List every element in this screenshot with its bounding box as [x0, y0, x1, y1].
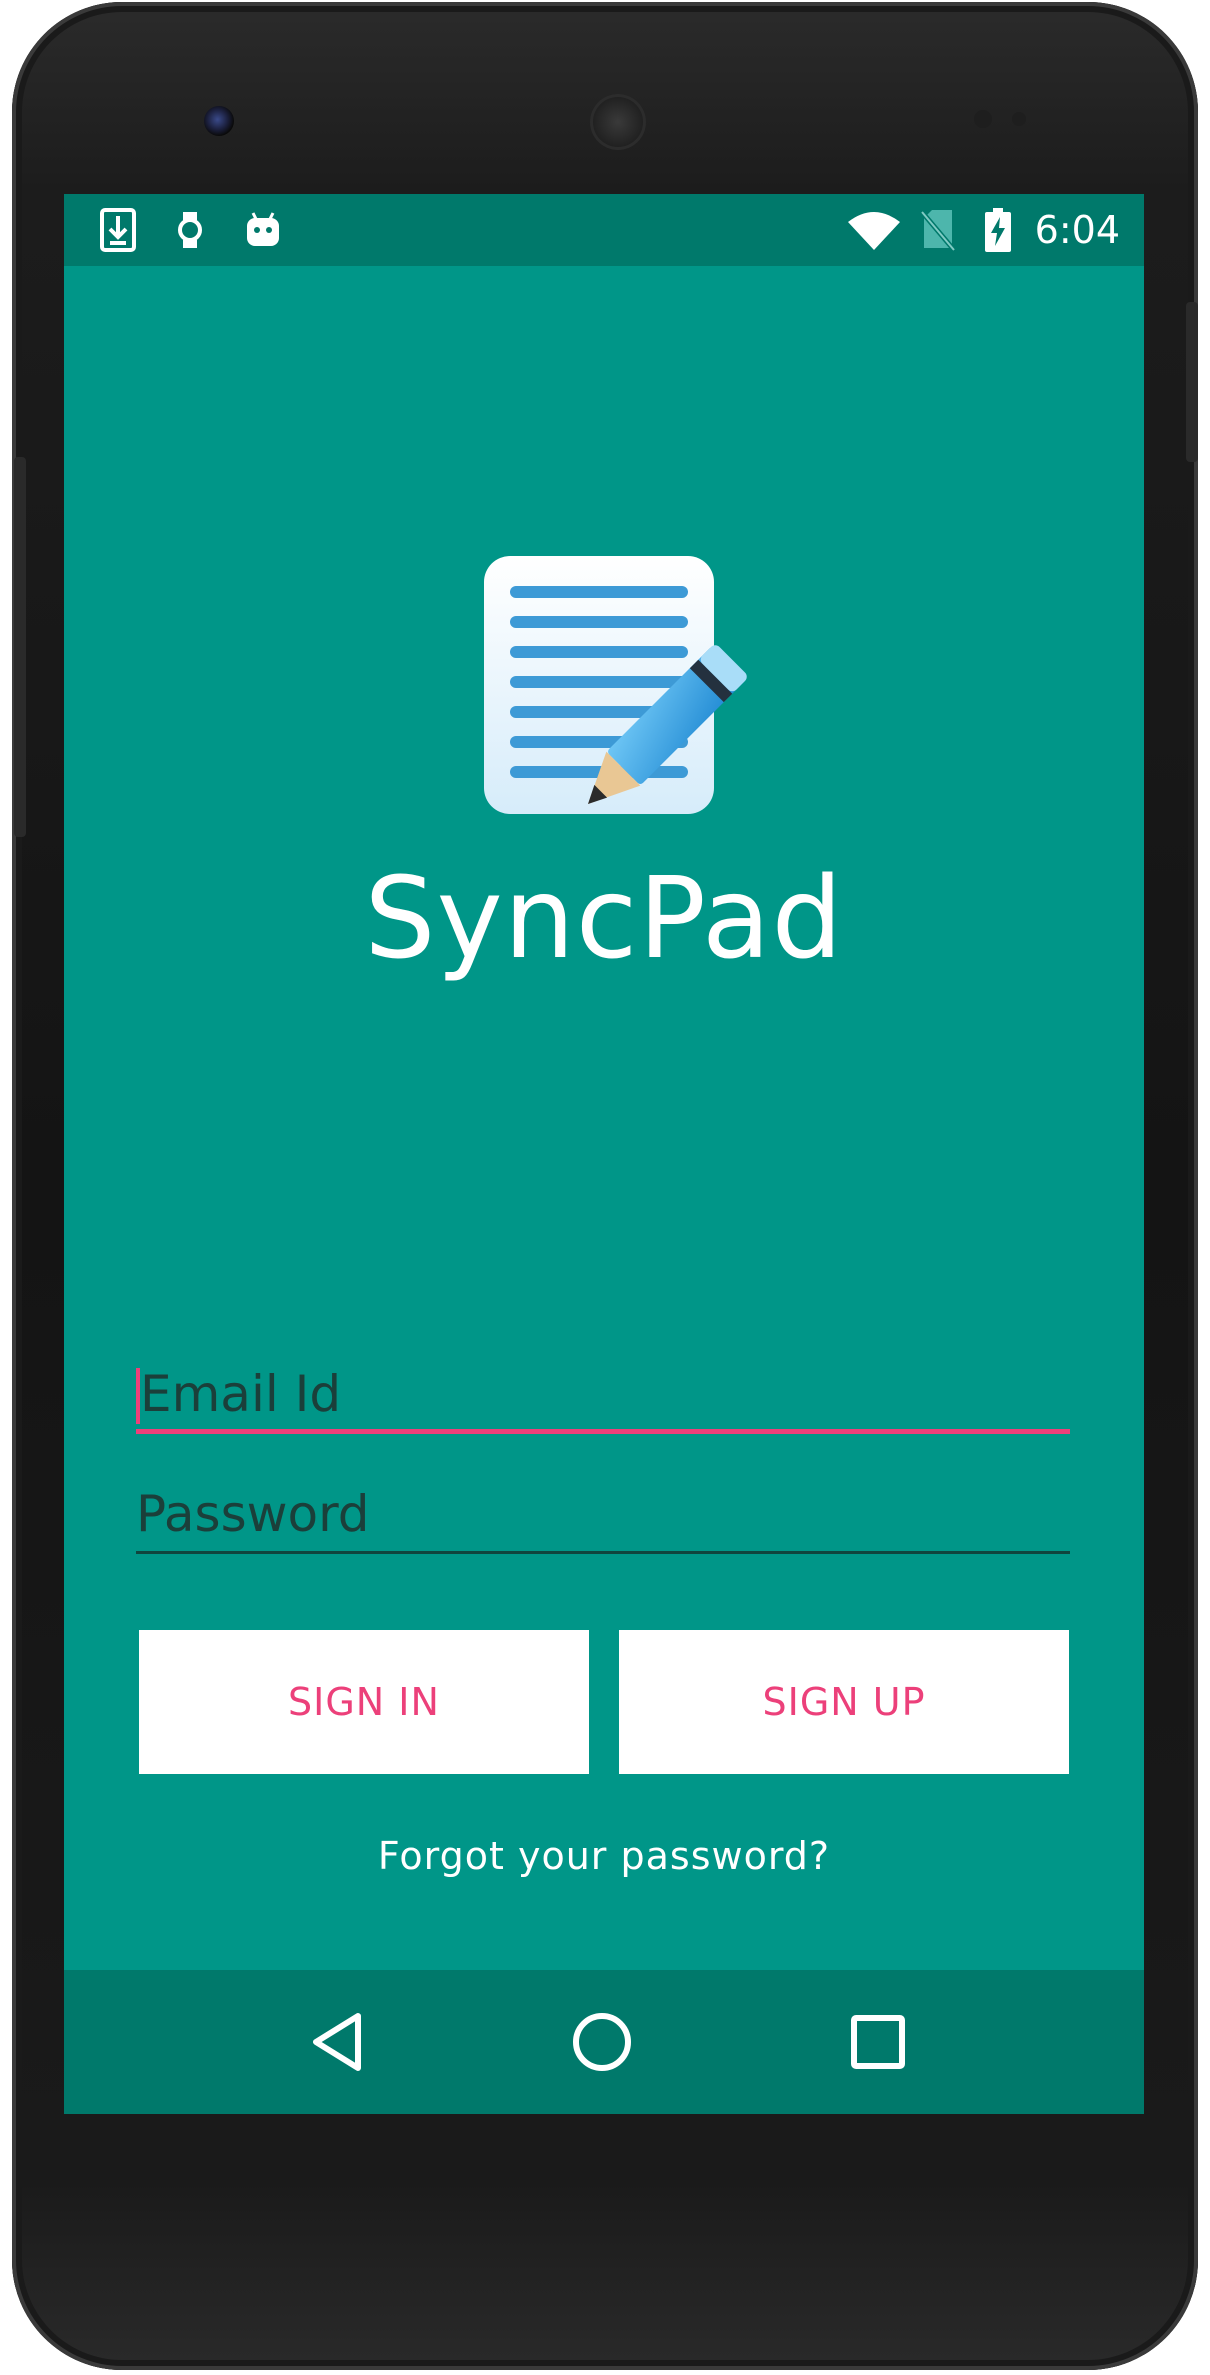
- email-field-container: [136, 1364, 1074, 1434]
- recents-icon[interactable]: [842, 2006, 914, 2078]
- screen: 6:04 SyncPad Email Id SIGN IN SIGN UP Fo…: [64, 194, 1144, 2114]
- text-cursor: [136, 1368, 140, 1424]
- download-icon: [100, 208, 136, 252]
- email-field-underline: [136, 1429, 1070, 1434]
- status-time: 6:04: [1034, 208, 1120, 252]
- password-field-underline: [136, 1551, 1070, 1554]
- volume-button: [14, 457, 26, 837]
- android-icon: [247, 212, 279, 246]
- notepad-pencil-icon: [484, 556, 747, 814]
- front-camera: [204, 106, 234, 136]
- earpiece-speaker: [590, 94, 646, 150]
- power-button: [1186, 302, 1198, 462]
- battery-charging-icon: [985, 208, 1011, 252]
- no-sim-icon: [920, 210, 956, 252]
- email-field[interactable]: [136, 1364, 1074, 1424]
- password-field-container: [136, 1484, 1070, 1554]
- back-icon[interactable]: [302, 2006, 374, 2078]
- sign-in-button[interactable]: SIGN IN: [139, 1630, 589, 1774]
- watch-icon: [178, 212, 202, 248]
- app-title: SyncPad: [364, 854, 844, 984]
- wifi-icon: [848, 212, 900, 250]
- sign-up-button[interactable]: SIGN UP: [619, 1630, 1069, 1774]
- forgot-password-link[interactable]: Forgot your password?: [64, 1834, 1144, 1878]
- proximity-sensor: [974, 110, 992, 128]
- status-bar: 6:04: [64, 194, 1144, 266]
- password-field[interactable]: [136, 1484, 1070, 1544]
- home-icon[interactable]: [566, 2006, 638, 2078]
- navigation-bar: [64, 1970, 1144, 2114]
- light-sensor: [1012, 112, 1026, 126]
